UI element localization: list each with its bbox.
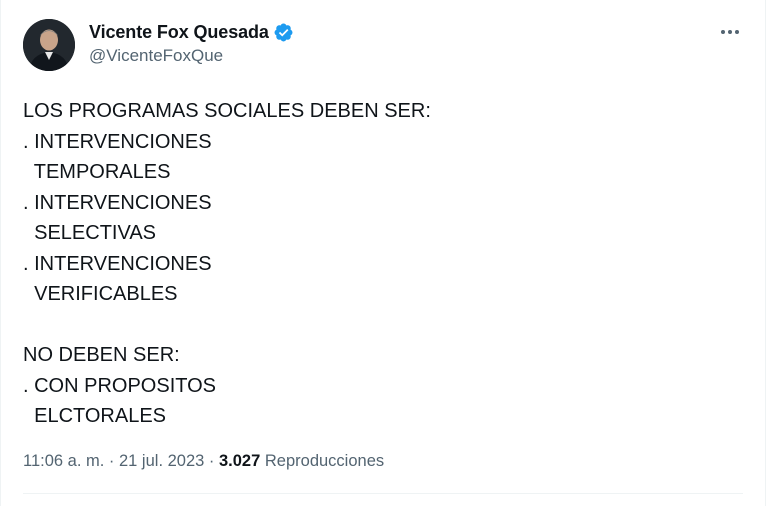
tweet-meta: 11:06 a. m. · 21 jul. 2023 · 3.027 Repro… [23,452,384,471]
profile-photo-icon [23,19,75,71]
tweet-line: . INTERVENCIONES [23,252,212,275]
more-options-button[interactable] [715,20,745,44]
author-display-name[interactable]: Vicente Fox Quesada [89,22,269,43]
tweet-line: NO DEBEN SER: [23,344,180,366]
author-avatar[interactable] [23,19,75,71]
tweet-line: SELECTIVAS [23,222,157,244]
tweet-line: . INTERVENCIONES [23,130,212,153]
tweet-line: . INTERVENCIONES [23,191,212,214]
author-handle[interactable]: @VicenteFoxQue [89,46,223,66]
meta-separator: · [204,452,219,470]
tweet-line: LOS PROGRAMAS SOCIALES DEBEN SER: [23,100,431,122]
meta-separator: · [104,452,119,470]
tweet-line: VERIFICABLES [23,283,178,305]
divider [23,493,743,494]
tweet-date[interactable]: 21 jul. 2023 [119,452,204,470]
views-count: 3.027 [219,452,261,470]
tweet-line: TEMPORALES [23,161,171,183]
tweet-line: ELCTORALES [23,405,167,427]
tweet-card: Vicente Fox Quesada @VicenteFoxQue LOS P… [0,0,766,506]
verified-badge-icon [273,22,294,43]
tweet-line [23,310,723,341]
tweet-time[interactable]: 11:06 a. m. [23,452,104,470]
views-label[interactable]: Reproducciones [265,452,384,470]
tweet-line: . CON PROPOSITOS [23,374,216,397]
author-name-row: Vicente Fox Quesada [89,20,294,44]
tweet-text: LOS PROGRAMAS SOCIALES DEBEN SER: . INTE… [23,96,723,432]
more-options-icon [721,30,739,34]
